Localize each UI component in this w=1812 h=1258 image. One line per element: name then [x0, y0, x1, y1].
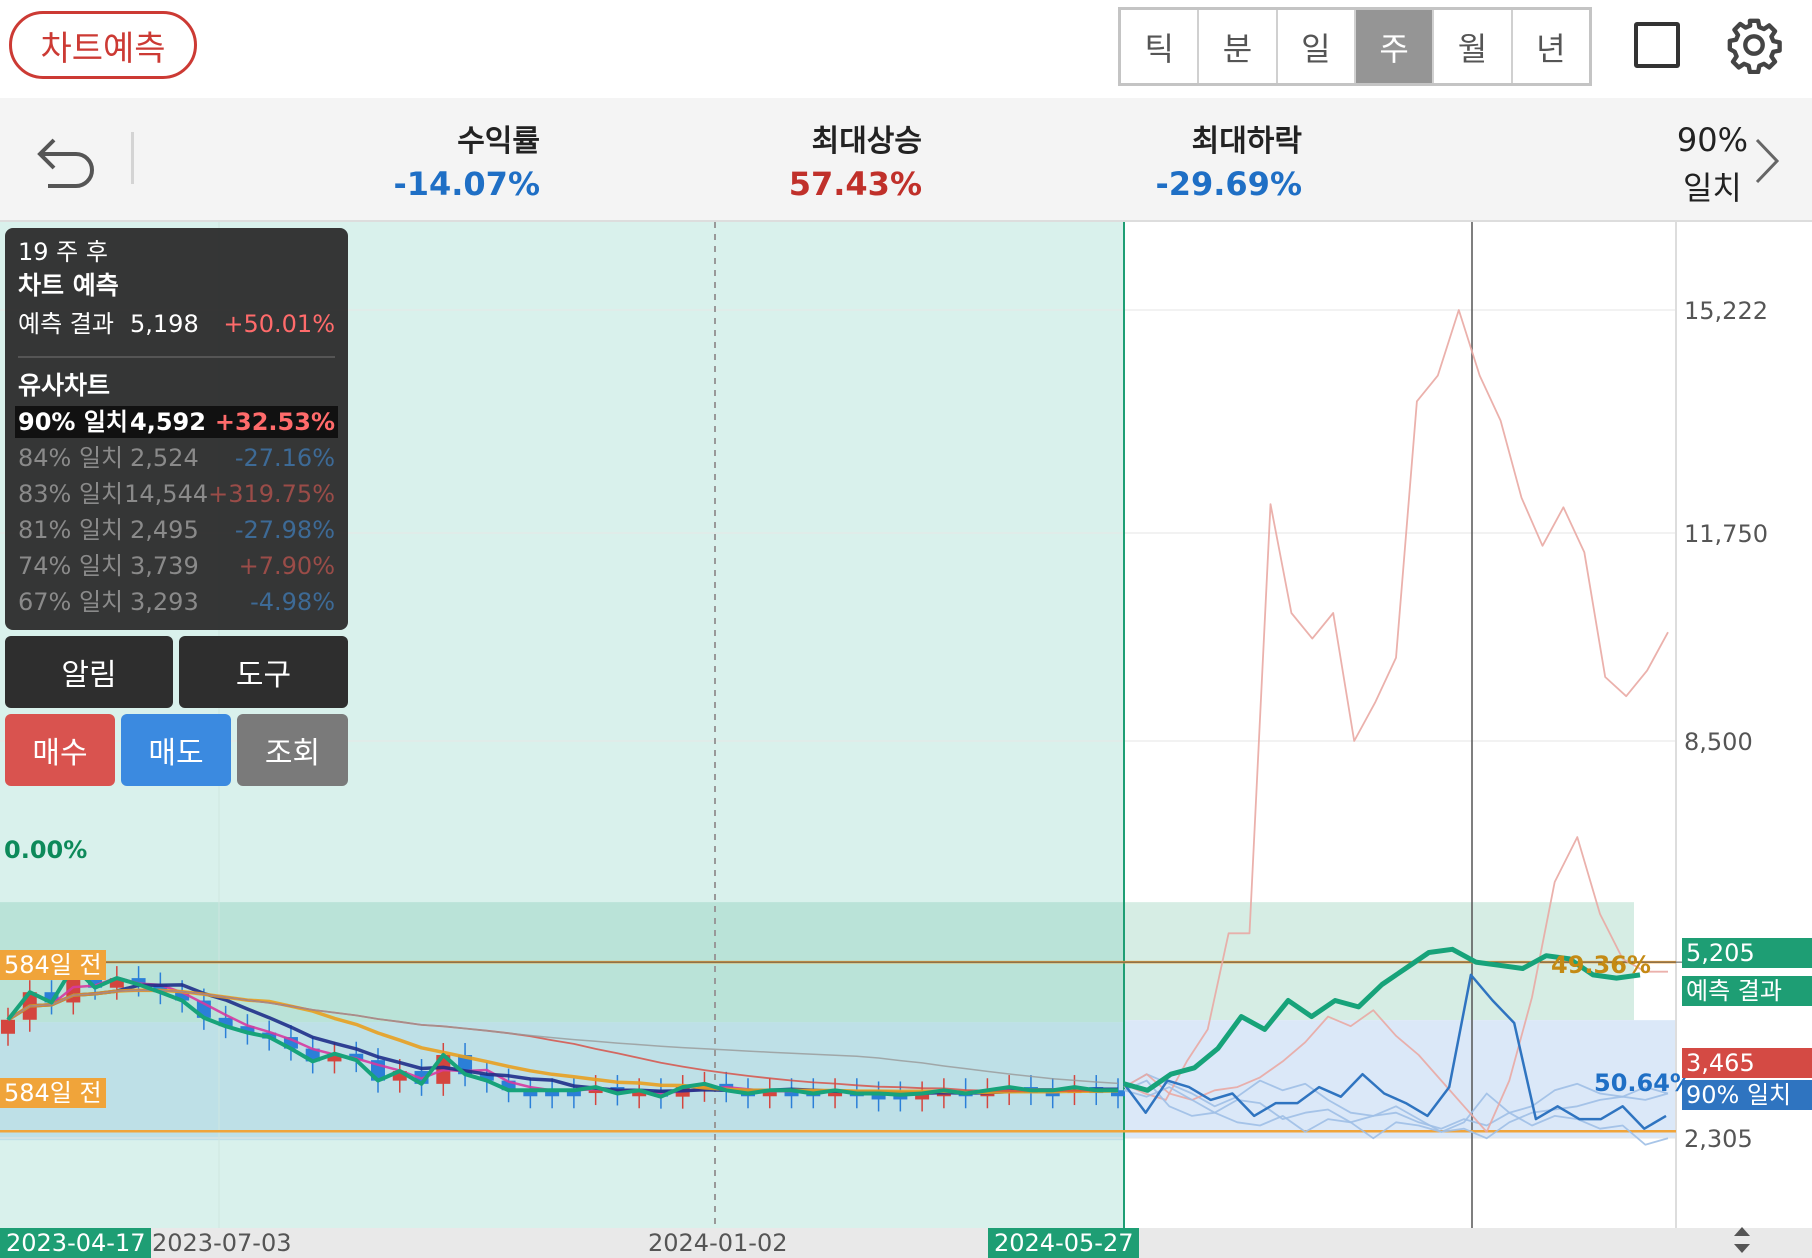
- similar-row-pct: -4.98%: [250, 588, 335, 616]
- similar-row-pct: -27.16%: [234, 444, 335, 472]
- similar-row[interactable]: 84% 일치 2,524 -27.16%: [18, 442, 335, 474]
- similar-row-label: 81% 일치: [18, 516, 124, 544]
- fullscreen-square-icon[interactable]: [1634, 22, 1680, 68]
- tab-tick[interactable]: 틱: [1121, 10, 1200, 83]
- max-fall-stat: 최대하락 -29.69%: [1042, 122, 1302, 206]
- similar-row-label: 67% 일치: [18, 588, 124, 616]
- tab-day[interactable]: 일: [1278, 10, 1356, 83]
- similar-row[interactable]: 67% 일치 3,293 -4.98%: [18, 586, 335, 618]
- prediction-pct-label: 49.36%: [1551, 951, 1651, 979]
- divider: [131, 132, 134, 184]
- buy-button[interactable]: 매수: [5, 714, 115, 786]
- similar-price-caption: 90% 일치: [1682, 1080, 1812, 1110]
- gear-icon[interactable]: [1725, 16, 1783, 74]
- max-fall-label: 최대하락: [1191, 124, 1302, 159]
- predict-result-pct: +50.01%: [223, 310, 335, 338]
- match-label: 일치: [1682, 169, 1742, 207]
- similar-row[interactable]: 90% 일치 4,592 +32.53%: [15, 406, 338, 438]
- period-tabs: 틱 분 일 주 월 년: [1118, 7, 1592, 86]
- y-tick-label: 8,500: [1684, 728, 1753, 756]
- prediction-price-caption: 예측 결과: [1682, 976, 1812, 1006]
- similar-row-label: 84% 일치: [18, 444, 124, 472]
- sell-button[interactable]: 매도: [121, 714, 231, 786]
- similar-row-label: 74% 일치: [18, 552, 124, 580]
- prediction-price-tag: 5,205: [1682, 938, 1812, 968]
- y-tick-label: 2,305: [1684, 1125, 1753, 1153]
- y-tick-label: 15,222: [1684, 297, 1768, 325]
- similar-row-value: 3,739: [130, 552, 199, 580]
- similar-row-value: 4,592: [130, 408, 206, 436]
- similar-row-value: 2,495: [130, 516, 199, 544]
- predict-title: 차트 예측: [18, 271, 119, 300]
- similar-row-pct: +319.75%: [208, 480, 335, 508]
- x-axis-label-2024-01-02: 2024-01-02: [648, 1229, 788, 1257]
- similar-row-value: 2,524: [130, 444, 199, 472]
- max-fall-value: -29.69%: [1155, 165, 1302, 203]
- tab-minute[interactable]: 분: [1199, 10, 1278, 83]
- undo-icon[interactable]: [36, 132, 98, 188]
- tab-week[interactable]: 주: [1355, 10, 1435, 83]
- return-stat: 수익률 -14.07%: [280, 122, 540, 206]
- similar-row[interactable]: 83% 일치 14,544 +319.75%: [18, 478, 335, 510]
- x-axis-label-2023-07-03: 2023-07-03: [152, 1229, 292, 1257]
- similar-row-label: 83% 일치: [18, 480, 124, 508]
- similar-row-pct: -27.98%: [234, 516, 335, 544]
- similar-row-label: 90% 일치: [18, 408, 128, 436]
- similar-row-pct: +32.53%: [214, 408, 335, 436]
- max-rise-stat: 최대상승 57.43%: [662, 122, 922, 206]
- candle: [1, 1019, 15, 1034]
- y-tick-label: 11,750: [1684, 520, 1768, 548]
- return-label: 수익률: [457, 124, 540, 159]
- match-percent: 90%: [1676, 121, 1748, 159]
- similar-row[interactable]: 74% 일치 3,739 +7.90%: [18, 550, 335, 582]
- return-value: -14.07%: [393, 165, 540, 203]
- match-indicator[interactable]: 90% 일치: [1677, 116, 1748, 212]
- query-button[interactable]: 조회: [237, 714, 348, 786]
- max-rise-label: 최대상승: [811, 124, 922, 159]
- max-rise-value: 57.43%: [788, 165, 922, 203]
- divider: [18, 356, 335, 358]
- zero-percent-label: 0.00%: [4, 836, 88, 864]
- tab-year[interactable]: 년: [1513, 10, 1589, 83]
- predict-result-label: 예측 결과: [18, 310, 114, 338]
- similar-row-pct: +7.90%: [238, 552, 335, 580]
- x-axis-label-2024-05-27: 2024-05-27: [988, 1228, 1140, 1258]
- alert-button[interactable]: 알림: [5, 636, 173, 708]
- similar-row-value: 3,293: [130, 588, 199, 616]
- similar-row-value: 14,544: [124, 480, 209, 508]
- similar-price-tag: 3,465: [1682, 1048, 1812, 1078]
- stats-bar: 수익률 -14.07% 최대상승 57.43% 최대하락 -29.69% 90%…: [0, 98, 1812, 222]
- upper-line-tag: 584일 전: [0, 950, 106, 980]
- x-axis-label-2023-04-17: 2023-04-17: [0, 1228, 152, 1258]
- chart-predict-button[interactable]: 차트예측: [9, 11, 197, 79]
- predict-result-row[interactable]: 예측 결과 5,198 +50.01%: [18, 308, 335, 340]
- similar-row[interactable]: 81% 일치 2,495 -27.98%: [18, 514, 335, 546]
- chevron-right-icon[interactable]: [1752, 136, 1782, 186]
- top-toolbar: 차트예측 틱 분 일 주 월 년: [0, 0, 1812, 98]
- tab-month[interactable]: 월: [1434, 10, 1513, 83]
- scroll-handle-icon[interactable]: [1730, 1224, 1754, 1256]
- similar-title: 유사차트: [18, 371, 111, 400]
- tool-button[interactable]: 도구: [179, 636, 348, 708]
- prediction-info-panel: 19 주 후 차트 예측 예측 결과 5,198 +50.01% 유사차트 90…: [5, 228, 348, 630]
- horizon-label: 19 주 후: [18, 238, 108, 266]
- lower-line-tag: 584일 전: [0, 1078, 106, 1108]
- predict-result-value: 5,198: [130, 310, 199, 338]
